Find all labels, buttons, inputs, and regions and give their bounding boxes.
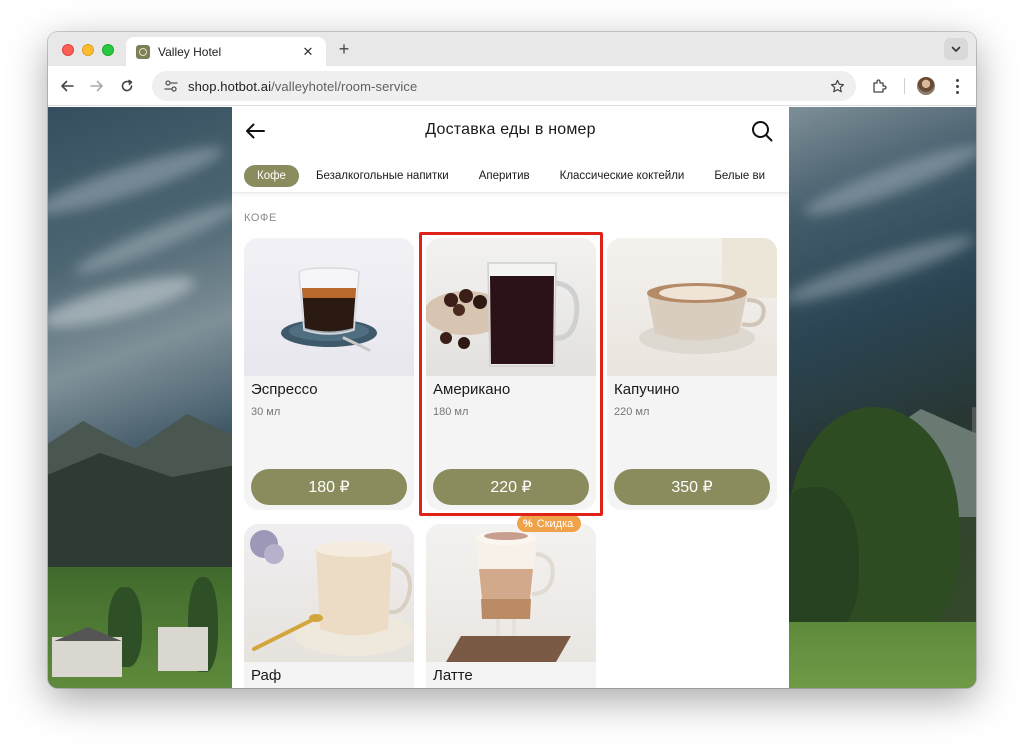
site-info-icon[interactable] (160, 75, 182, 97)
product-card-cappuccino[interactable]: Капучино 220 мл 350 ₽ (607, 238, 777, 510)
arrow-right-icon (90, 80, 103, 92)
app-header: Доставка еды в номер (232, 107, 789, 155)
tab-title: Valley Hotel (158, 44, 222, 59)
browser-window: Valley Hotel ✕ + shop.hotbot.ai/valleyho… (48, 32, 976, 688)
browser-tab[interactable]: Valley Hotel ✕ (126, 37, 326, 66)
arrow-left-icon (61, 80, 74, 92)
page-title: Доставка еды в номер (425, 121, 596, 138)
product-name: Латте (433, 667, 473, 684)
latte-image (426, 524, 596, 662)
product-volume: 30 мл (251, 406, 281, 418)
toolbar-divider (904, 78, 905, 94)
raf-image (244, 524, 414, 662)
tab-coffee[interactable]: Кофе (244, 164, 299, 187)
scrollbar-thumb[interactable] (972, 407, 976, 441)
price-button[interactable]: 350 ₽ (614, 469, 770, 505)
price-button[interactable]: 220 ₽ (433, 469, 589, 505)
product-volume: 180 мл (433, 406, 469, 418)
page-viewport: Доставка еды в номер Кофе Безалкогольные… (48, 107, 976, 688)
browser-menu-icon[interactable] (948, 75, 966, 97)
tab-strip: Valley Hotel ✕ + (48, 32, 976, 66)
bookmark-star-icon[interactable] (826, 75, 848, 97)
espresso-image (244, 238, 414, 376)
product-name: Эспрессо (251, 381, 318, 398)
favicon-icon (136, 44, 150, 59)
reload-button[interactable] (116, 75, 138, 97)
search-button[interactable] (750, 119, 774, 143)
product-card-raf[interactable]: Раф (244, 524, 414, 688)
tab-classic-cocktails[interactable]: Классические коктейли (547, 165, 698, 187)
tab-white-wines[interactable]: Белые ви (701, 165, 778, 187)
tab-soft-drinks[interactable]: Безалкогольные напитки (303, 165, 462, 187)
profile-avatar[interactable] (917, 77, 935, 95)
url-text[interactable]: shop.hotbot.ai/valleyhotel/room-service (188, 79, 417, 94)
product-name: Американо (433, 381, 511, 398)
new-tab-button[interactable]: + (334, 39, 354, 60)
category-tabs: Кофе Безалкогольные напитки Аперитив Кла… (232, 159, 789, 193)
maximize-window-button[interactable] (102, 44, 114, 56)
search-icon (752, 121, 773, 142)
percent-icon: % (523, 517, 533, 530)
section-title: КОФЕ (244, 212, 277, 224)
product-card-espresso[interactable]: Эспрессо 30 мл 180 ₽ (244, 238, 414, 510)
reload-icon (121, 79, 133, 92)
room-service-app: Доставка еды в номер Кофе Безалкогольные… (232, 107, 789, 688)
badge-label: Скидка (536, 517, 574, 530)
back-button[interactable] (56, 75, 78, 97)
product-card-americano[interactable]: Американо 180 мл 220 ₽ (426, 238, 596, 510)
product-card-latte[interactable]: Латте (426, 524, 596, 688)
product-name: Капучино (614, 381, 680, 398)
cappuccino-image (607, 238, 777, 376)
americano-image (426, 238, 596, 376)
tab-aperitif[interactable]: Аперитив (466, 165, 543, 187)
extensions-puzzle-icon[interactable] (868, 75, 890, 97)
address-bar[interactable]: shop.hotbot.ai/valleyhotel/room-service (152, 71, 856, 101)
product-name: Раф (251, 667, 282, 684)
background-image-right (789, 107, 976, 688)
chevron-down-icon (951, 46, 961, 52)
tab-close-icon[interactable]: ✕ (300, 44, 316, 60)
product-volume: 220 мл (614, 406, 650, 418)
close-window-button[interactable] (62, 44, 74, 56)
tab-search-button[interactable] (944, 38, 968, 60)
forward-button[interactable] (86, 75, 108, 97)
discount-badge: % Скидка (517, 515, 582, 532)
browser-toolbar: shop.hotbot.ai/valleyhotel/room-service (48, 66, 976, 106)
price-button[interactable]: 180 ₽ (251, 469, 407, 505)
minimize-window-button[interactable] (82, 44, 94, 56)
background-image-left (48, 107, 232, 688)
